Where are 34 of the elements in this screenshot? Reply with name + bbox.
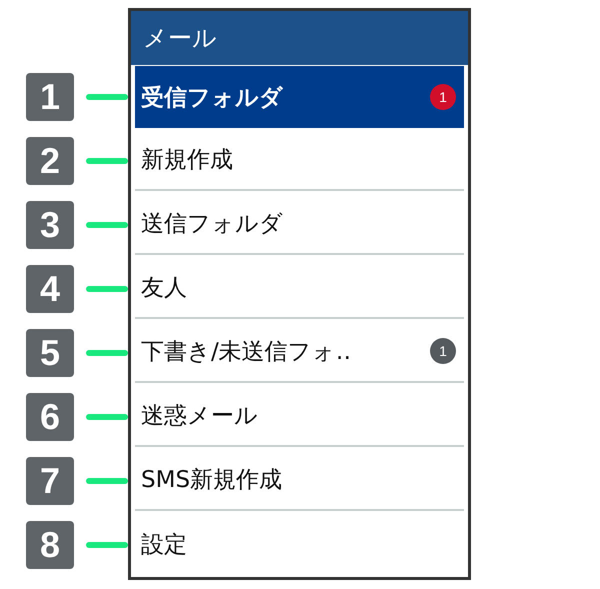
menu-item-label: 友人 [141,274,187,302]
leader-line [86,414,128,420]
screen-title: メール [143,23,217,54]
count-badge: 1 [430,84,456,110]
leader-line [86,94,128,100]
callout-number: 6 [26,393,74,441]
menu-item[interactable]: SMS新規作成 [135,449,464,511]
menu-item[interactable]: 友人 [135,257,464,319]
menu-item[interactable]: 送信フォルダ [135,193,464,255]
menu-item[interactable]: 新規作成 [135,129,464,191]
menu-item-label: 送信フォルダ [141,210,283,238]
callout-number: 7 [26,457,74,505]
menu-item[interactable]: 迷惑メール [135,385,464,447]
callout-number: 5 [26,329,74,377]
menu-item[interactable]: 受信フォルダ 1 [135,66,464,128]
leader-line [86,478,128,484]
menu-item-label: 迷惑メール [141,402,258,430]
menu-item-label: 設定 [141,530,187,560]
leader-line [86,222,128,228]
count-badge: 1 [430,338,456,364]
leader-line [86,158,128,164]
leader-line [86,286,128,292]
menu-item-label: SMS新規作成 [141,466,282,494]
callout-number: 1 [26,73,74,121]
leader-line [86,542,128,548]
callout-number: 2 [26,137,74,185]
menu-item-label: 新規作成 [141,146,233,174]
menu-item[interactable]: 下書き/未送信フォ‥ 1 [135,321,464,383]
menu-item-label: 受信フォルダ [141,84,283,112]
leader-line [86,350,128,356]
callout-number: 3 [26,201,74,249]
callout-number: 8 [26,521,74,569]
callout-number: 4 [26,265,74,313]
menu-item-label: 下書き/未送信フォ‥ [141,338,352,366]
